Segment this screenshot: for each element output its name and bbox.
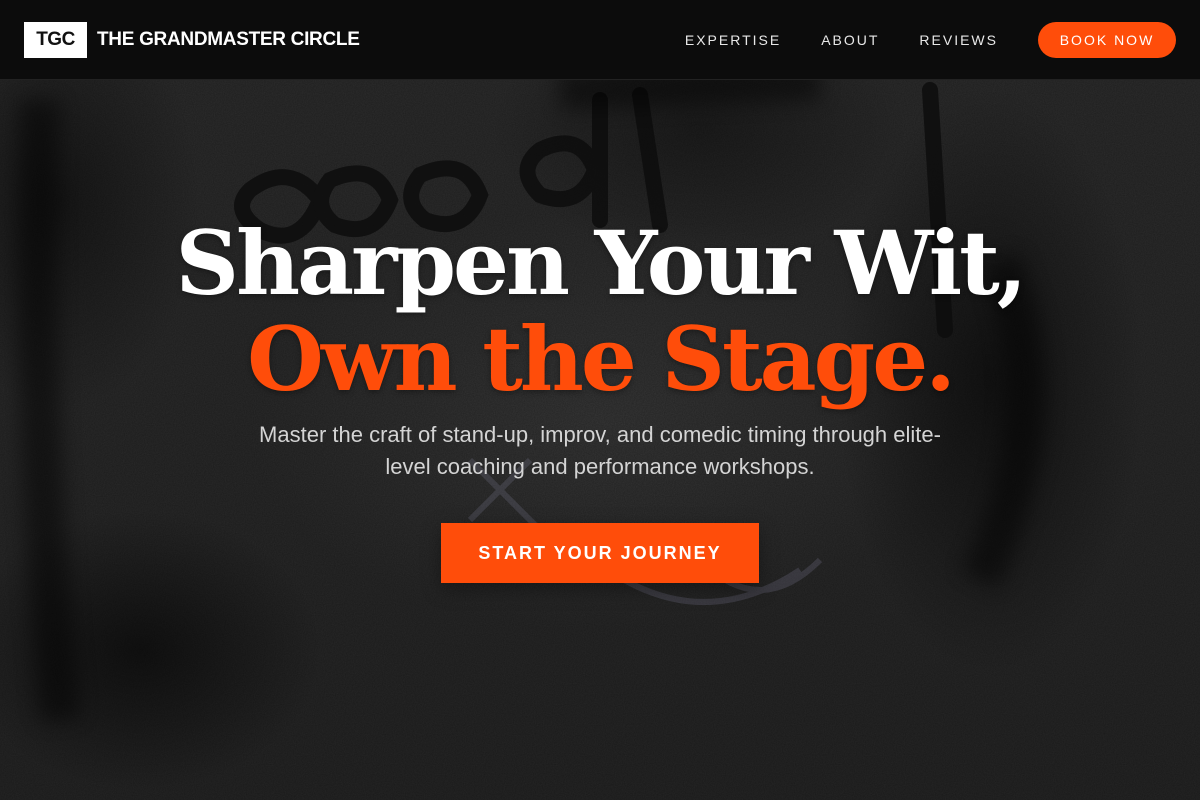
brand-logo[interactable]: TGC: [24, 21, 87, 58]
nav-link-reviews[interactable]: REVIEWS: [919, 32, 998, 48]
headline-line-2: Own the Stage.: [247, 307, 956, 411]
hero-content: Sharpen Your Wit, Own the Stage. Master …: [0, 80, 1200, 800]
start-journey-button[interactable]: START YOUR JOURNEY: [441, 523, 759, 583]
book-now-button[interactable]: BOOK NOW: [1038, 21, 1176, 58]
headline-line-1: Sharpen Your Wit,: [175, 211, 1028, 315]
main-nav: EXPERTISE ABOUT REVIEWS BOOK NOW: [685, 21, 1176, 58]
hero-headline: Sharpen Your Wit, Own the Stage.: [176, 215, 1028, 411]
nav-link-about[interactable]: ABOUT: [821, 32, 879, 48]
brand[interactable]: TGC THE GRANDMASTER CIRCLE: [24, 21, 360, 58]
brand-name[interactable]: THE GRANDMASTER CIRCLE: [97, 29, 360, 51]
top-navbar: TGC THE GRANDMASTER CIRCLE EXPERTISE ABO…: [0, 0, 1200, 80]
nav-link-expertise[interactable]: EXPERTISE: [685, 32, 781, 48]
hero-subheadline: Master the craft of stand-up, improv, an…: [259, 422, 941, 479]
